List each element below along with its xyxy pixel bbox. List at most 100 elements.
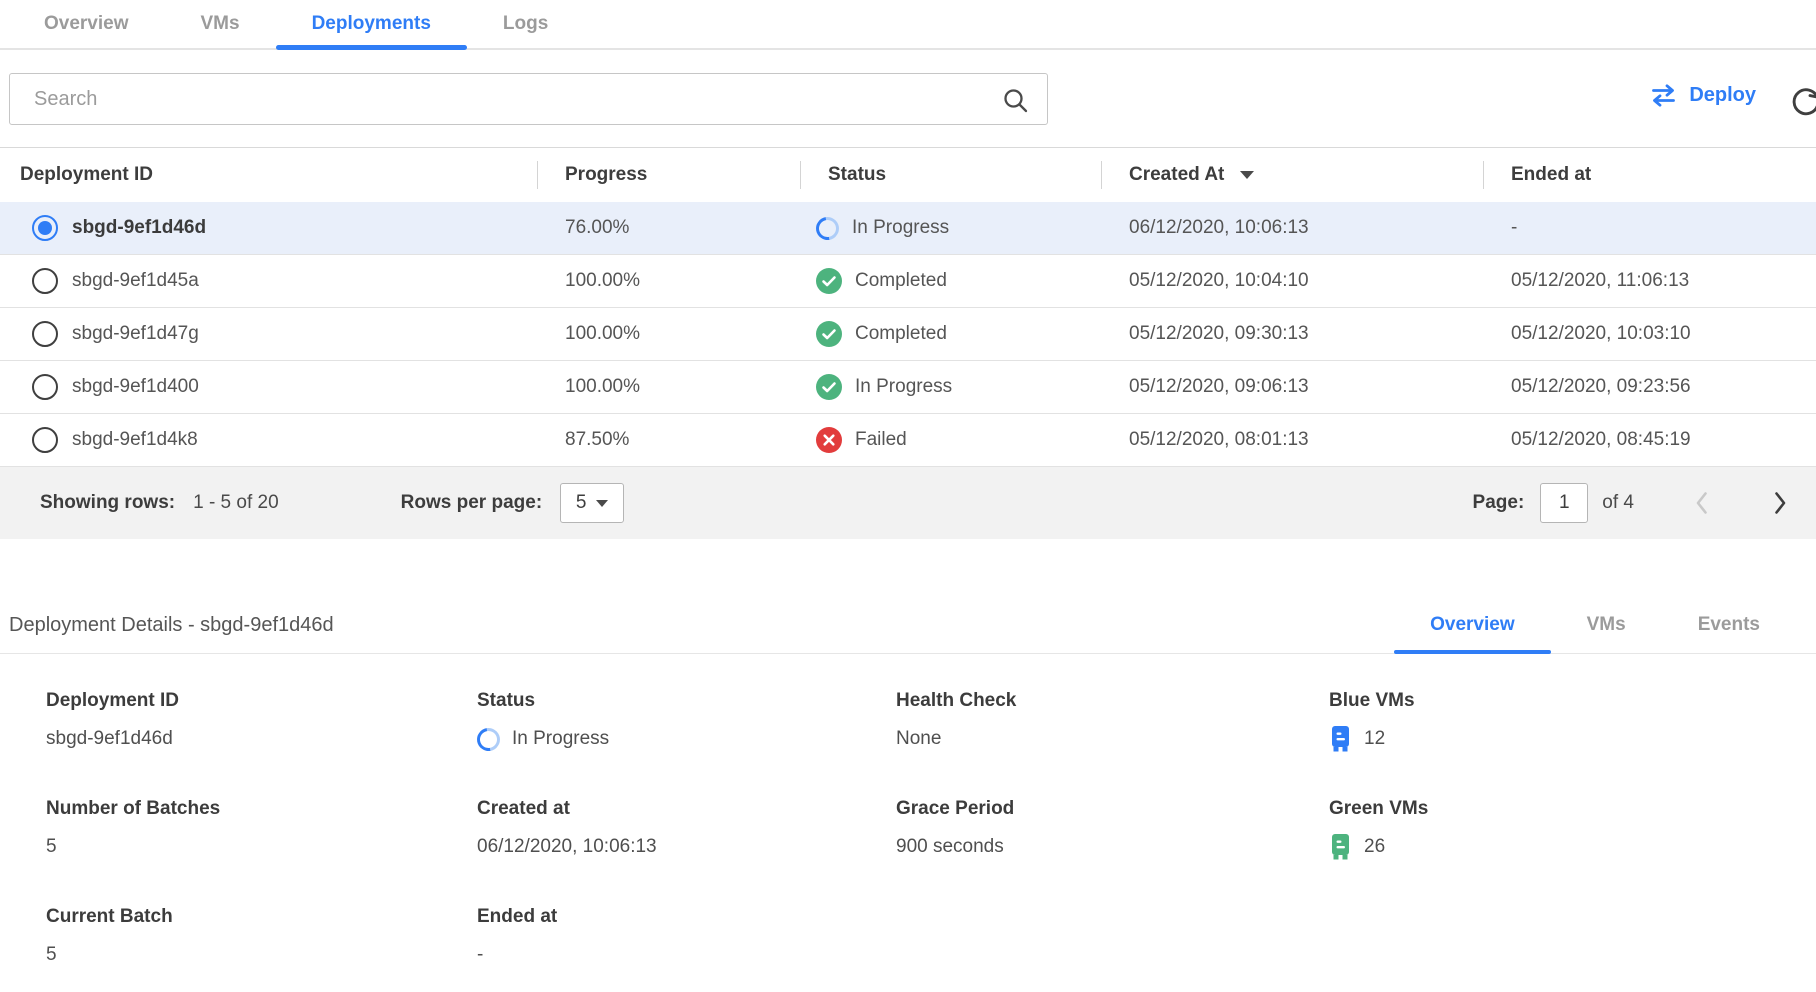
- tab-deployments[interactable]: Deployments: [276, 0, 467, 48]
- ended-at-value: 05/12/2020, 11:06:13: [1511, 270, 1689, 292]
- field-label: Deployment ID: [46, 690, 477, 712]
- details-tab-label: Events: [1698, 614, 1760, 636]
- progress-value: 100.00%: [565, 323, 640, 345]
- deploy-button[interactable]: Deploy: [1650, 84, 1756, 107]
- row-radio[interactable]: [32, 268, 58, 294]
- column-header-progress: Progress: [537, 148, 800, 202]
- ended-at-value: 05/12/2020, 08:45:19: [1511, 429, 1691, 451]
- table-row[interactable]: sbgd-9ef1d46d 76.00% In Progress 06/12/2…: [0, 202, 1816, 255]
- field-value: 5: [46, 836, 57, 858]
- rows-per-page-value: 5: [576, 492, 587, 514]
- prev-page-button[interactable]: [1692, 490, 1712, 516]
- field-grace-period: Grace Period 900 seconds: [896, 798, 1329, 906]
- table-row[interactable]: sbgd-9ef1d400 100.00% In Progress 05/12/…: [0, 361, 1816, 414]
- status-icon-completed: [816, 374, 842, 400]
- column-header-label: Created At: [1129, 164, 1224, 186]
- sort-desc-icon[interactable]: [1240, 171, 1254, 179]
- ended-at-cell: 05/12/2020, 10:03:10: [1483, 323, 1816, 345]
- details-tab-overview[interactable]: Overview: [1394, 597, 1551, 653]
- column-header-label: Ended at: [1511, 164, 1591, 186]
- deployment-id: sbgd-9ef1d46d: [72, 217, 206, 239]
- field-label: Grace Period: [896, 798, 1329, 820]
- deployment-details-section: Deployment Details - sbgd-9ef1d46d Overv…: [0, 597, 1816, 992]
- progress-value: 100.00%: [565, 376, 640, 398]
- row-radio[interactable]: [32, 427, 58, 453]
- details-tab-events[interactable]: Events: [1662, 597, 1796, 653]
- tab-logs[interactable]: Logs: [467, 0, 584, 48]
- field-label: Ended at: [477, 906, 896, 928]
- page-label: Page:: [1473, 492, 1525, 514]
- table-row[interactable]: sbgd-9ef1d45a 100.00% Completed 05/12/20…: [0, 255, 1816, 308]
- details-tab-vms[interactable]: VMs: [1551, 597, 1662, 653]
- status-label: Completed: [855, 270, 947, 292]
- deploy-button-label: Deploy: [1689, 84, 1756, 107]
- tab-vms[interactable]: VMs: [165, 0, 276, 48]
- status-icon-completed: [816, 268, 842, 294]
- field-value: 12: [1364, 728, 1385, 750]
- rows-per-page-select[interactable]: 5: [560, 483, 624, 523]
- tab-overview-label: Overview: [44, 13, 129, 35]
- field-label: Current Batch: [46, 906, 477, 928]
- chevron-left-icon: [1692, 490, 1712, 516]
- refresh-icon[interactable]: [1789, 85, 1816, 119]
- details-tab-label: VMs: [1587, 614, 1626, 636]
- table-header-row: Deployment ID Progress Status Created At…: [0, 147, 1816, 202]
- progress-cell: 100.00%: [537, 323, 800, 345]
- field-label: Created at: [477, 798, 896, 820]
- vm-blue-icon: [1329, 725, 1352, 753]
- row-radio[interactable]: [32, 321, 58, 347]
- field-label: Blue VMs: [1329, 690, 1816, 712]
- field-value: sbgd-9ef1d46d: [46, 728, 173, 750]
- status-label: Failed: [855, 429, 907, 451]
- deployment-id-cell: sbgd-9ef1d45a: [0, 268, 537, 294]
- field-value: 06/12/2020, 10:06:13: [477, 836, 657, 858]
- deployment-id: sbgd-9ef1d4k8: [72, 429, 198, 451]
- field-label: Status: [477, 690, 896, 712]
- deployment-id-cell: sbgd-9ef1d46d: [0, 215, 537, 241]
- row-radio-checked[interactable]: [32, 215, 58, 241]
- column-header-deployment-id: Deployment ID: [0, 148, 537, 202]
- status-icon-completed: [816, 321, 842, 347]
- table-row[interactable]: sbgd-9ef1d4k8 87.50% Failed 05/12/2020, …: [0, 414, 1816, 467]
- column-header-status: Status: [800, 148, 1101, 202]
- created-at-value: 05/12/2020, 10:04:10: [1129, 270, 1309, 292]
- tab-overview[interactable]: Overview: [8, 0, 165, 48]
- rows-per-page-caret-icon: [596, 500, 608, 507]
- progress-value: 76.00%: [565, 217, 629, 239]
- chevron-right-icon: [1770, 490, 1790, 516]
- ended-at-cell: 05/12/2020, 08:45:19: [1483, 429, 1816, 451]
- deployment-id-cell: sbgd-9ef1d400: [0, 374, 537, 400]
- field-number-of-batches: Number of Batches 5: [46, 798, 477, 906]
- field-ended-at: Ended at -: [477, 906, 896, 992]
- status-label: In Progress: [855, 376, 952, 398]
- search-icon[interactable]: [1002, 87, 1029, 114]
- row-radio[interactable]: [32, 374, 58, 400]
- ended-at-value: 05/12/2020, 10:03:10: [1511, 323, 1691, 345]
- details-tabbar: Overview VMs Events: [1394, 597, 1796, 653]
- details-header: Deployment Details - sbgd-9ef1d46d Overv…: [0, 597, 1816, 654]
- column-header-created-at[interactable]: Created At: [1101, 148, 1483, 202]
- table-row[interactable]: sbgd-9ef1d47g 100.00% Completed 05/12/20…: [0, 308, 1816, 361]
- status-cell: Failed: [800, 427, 1101, 453]
- status-label: In Progress: [852, 217, 949, 239]
- status-icon-failed: [816, 427, 842, 453]
- created-at-cell: 05/12/2020, 09:06:13: [1101, 376, 1483, 398]
- progress-value: 100.00%: [565, 270, 640, 292]
- status-icon-in-progress: [811, 212, 843, 244]
- field-value: None: [896, 728, 941, 750]
- rows-per-page-label: Rows per page:: [401, 492, 542, 514]
- field-value: 900 seconds: [896, 836, 1004, 858]
- progress-cell: 76.00%: [537, 217, 800, 239]
- progress-cell: 100.00%: [537, 270, 800, 292]
- tab-vms-label: VMs: [201, 13, 240, 35]
- page-input[interactable]: [1540, 483, 1588, 523]
- field-label: Health Check: [896, 690, 1329, 712]
- field-green-vms: Green VMs 26: [1329, 798, 1816, 906]
- deploy-icon: [1650, 84, 1677, 107]
- ended-at-value: -: [1511, 217, 1517, 239]
- search-input[interactable]: [10, 74, 1047, 124]
- created-at-cell: 05/12/2020, 08:01:13: [1101, 429, 1483, 451]
- details-tab-label: Overview: [1430, 614, 1515, 636]
- created-at-value: 05/12/2020, 08:01:13: [1129, 429, 1309, 451]
- next-page-button[interactable]: [1770, 490, 1790, 516]
